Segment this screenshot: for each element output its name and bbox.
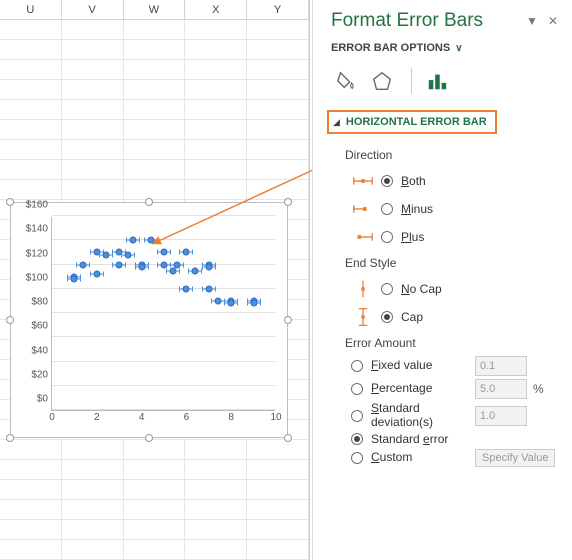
specify-value-button: Specify Value [475,449,555,467]
pane-title: Format Error Bars [331,10,483,32]
plot-area[interactable]: $0$20$40$60$80$100$120$140$1600246810 [51,217,275,411]
chevron-down-icon: ∨ [455,43,462,54]
col-header[interactable]: W [124,0,186,19]
resize-handle[interactable] [284,316,292,324]
col-header[interactable]: U [0,0,62,19]
fill-line-icon[interactable] [335,70,357,92]
collapse-icon: ◢ [333,117,340,128]
format-pane: Format Error Bars ▼ ✕ Error Bar Options … [312,0,572,560]
endstyle-nocap[interactable]: No Cap [345,276,558,302]
bar-options-icon[interactable] [426,70,448,92]
plus-icon [352,227,374,247]
radio[interactable] [351,383,363,395]
amount-custom[interactable]: Custom Specify Value [351,449,558,467]
resize-handle[interactable] [145,198,153,206]
close-icon[interactable]: ✕ [548,14,558,28]
resize-handle[interactable] [145,434,153,442]
effects-icon[interactable] [371,70,393,92]
column-headers: U V W X Y [0,0,309,20]
radio[interactable] [381,175,393,187]
direction-both[interactable]: Both [345,168,558,194]
endstyle-label: End Style [345,256,558,270]
radio[interactable] [351,410,363,422]
col-header[interactable]: V [62,0,124,19]
amount-fixed[interactable]: Fixed value [351,356,558,376]
amount-label: Error Amount [345,336,558,350]
resize-handle[interactable] [284,434,292,442]
resize-handle[interactable] [6,316,14,324]
resize-handle[interactable] [6,434,14,442]
dropdown-icon[interactable]: ▼ [526,14,538,28]
radio[interactable] [351,452,363,464]
minus-icon [352,199,374,219]
percentage-input [475,379,527,399]
radio[interactable] [351,433,363,445]
amount-stdev[interactable]: Standard deviation(s) [351,402,558,430]
col-header[interactable]: Y [247,0,309,19]
nocap-icon [352,279,374,299]
radio[interactable] [351,360,363,372]
cap-icon [352,307,374,327]
resize-handle[interactable] [6,198,14,206]
section-header[interactable]: ◢ Horizontal Error Bar [327,110,497,134]
percent-sign: % [533,382,544,396]
radio[interactable] [381,231,393,243]
amount-percentage[interactable]: Percentage % [351,379,558,399]
radio[interactable] [381,311,393,323]
divider [411,68,412,94]
direction-minus[interactable]: Minus [345,196,558,222]
direction-plus[interactable]: Plus [345,224,558,250]
direction-label: Direction [345,148,558,162]
fixed-value-input [475,356,527,376]
col-header[interactable]: X [185,0,247,19]
amount-stderr[interactable]: Standard error [351,433,558,447]
options-dropdown[interactable]: Error Bar Options ∨ [331,42,558,54]
radio[interactable] [381,203,393,215]
stdev-input [475,406,527,426]
resize-handle[interactable] [284,198,292,206]
radio[interactable] [381,283,393,295]
both-icon [352,171,374,191]
chart-object[interactable]: $0$20$40$60$80$100$120$140$1600246810 [10,202,288,438]
endstyle-cap[interactable]: Cap [345,304,558,330]
